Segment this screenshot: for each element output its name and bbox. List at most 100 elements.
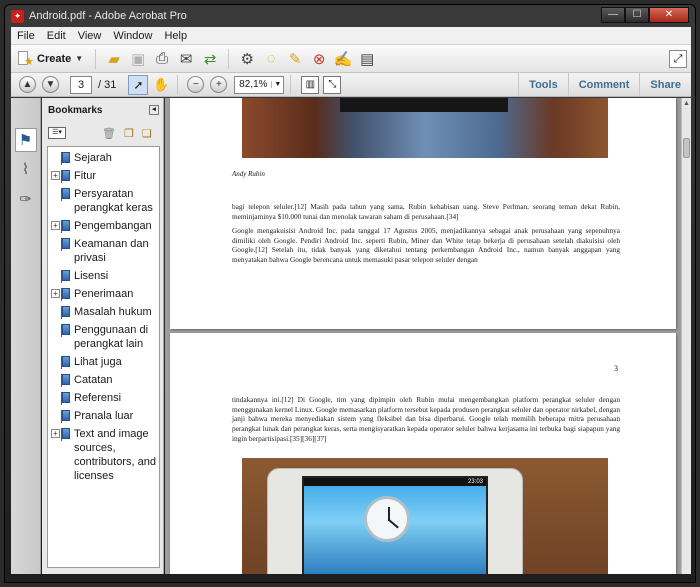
bookmark-item[interactable]: + Penerimaan <box>48 287 159 301</box>
bookmark-item[interactable]: Penggunaan di perangkat lain <box>48 323 159 351</box>
bookmark-label: Pranala luar <box>74 410 134 422</box>
pdf-page-2: Andy Rubin bagi telepon seluler.[12] Mas… <box>170 98 676 329</box>
pen-icon[interactable]: ✍ <box>332 48 354 70</box>
bookmark-item[interactable]: Masalah hukum <box>48 305 159 319</box>
menu-bar: File Edit View Window Help <box>11 27 691 45</box>
bookmark-label: Penggunaan di perangkat lain <box>74 324 149 350</box>
page-number-input[interactable]: 3 <box>70 75 92 94</box>
chevron-down-icon[interactable]: ▼ <box>271 81 283 88</box>
expand-toggle-icon[interactable]: + <box>51 221 60 230</box>
chevron-down-icon: ▼ <box>75 54 84 63</box>
zoom-select[interactable]: 82,1% ▼ <box>234 75 285 94</box>
save-icon[interactable]: ▣ <box>127 48 149 70</box>
bookmark-panel-icon[interactable]: ⚑ <box>14 128 37 152</box>
options-menu-icon[interactable]: ☰▾ <box>48 127 66 139</box>
bookmark-icon <box>61 410 70 423</box>
expand-bookmark-icon[interactable]: ❏ <box>142 127 152 140</box>
bookmark-icon <box>61 152 70 165</box>
menu-help[interactable]: Help <box>158 30 193 42</box>
window-title: Android.pdf - Adobe Acrobat Pro <box>29 10 187 22</box>
open-folder-icon[interactable]: ▰ <box>103 48 125 70</box>
sticky-note-icon[interactable]: ✎ <box>284 48 306 70</box>
fit-page-icon[interactable]: ▥ <box>301 75 320 94</box>
bookmark-label: Fitur <box>74 170 96 182</box>
page-total: / 31 <box>98 78 117 91</box>
previous-page-icon[interactable]: ▲ <box>19 76 36 93</box>
email-icon[interactable]: ✉ <box>175 48 197 70</box>
paragraph: Google mengakuisisi Android Inc. pada ta… <box>232 226 620 265</box>
minimize-button[interactable]: — <box>601 7 625 23</box>
settings-icon[interactable]: ⚙ <box>236 48 258 70</box>
task-pane-links: Tools Comment Share <box>518 73 691 96</box>
bookmark-icon <box>61 238 70 251</box>
bookmark-label: Masalah hukum <box>74 306 152 318</box>
create-label: Create <box>37 52 72 65</box>
paragraph: tindakannya ini.[12] Di Google, tim yang… <box>232 395 620 443</box>
comment-icon[interactable]: ◌ <box>260 48 282 70</box>
scroll-up-icon[interactable]: ▲ <box>682 98 691 110</box>
expand-toggle-icon[interactable]: + <box>51 429 60 438</box>
bookmark-item[interactable]: Referensi <box>48 391 159 405</box>
bookmark-item[interactable]: Lisensi <box>48 269 159 283</box>
stamp-icon[interactable]: ⊗ <box>308 48 330 70</box>
bookmark-item[interactable]: Lihat juga <box>48 355 159 369</box>
navigation-rail: ⚑ ⌇ ✑ <box>11 98 41 574</box>
attachments-icon[interactable]: ⌇ <box>15 158 37 182</box>
expand-toggle-icon[interactable]: + <box>51 289 60 298</box>
bookmark-icon <box>61 374 70 387</box>
bookmark-label: Text and image sources, contributors, an… <box>74 428 156 482</box>
next-page-icon[interactable]: ▼ <box>42 76 59 93</box>
toolbar-divider <box>290 74 292 95</box>
document-view[interactable]: Andy Rubin bagi telepon seluler.[12] Mas… <box>165 98 681 574</box>
bookmark-item[interactable]: Sejarah <box>48 151 159 165</box>
zoom-in-icon[interactable]: + <box>210 76 228 93</box>
vertical-scrollbar[interactable]: ▲ <box>681 98 691 574</box>
close-button[interactable]: ✕ <box>649 7 689 23</box>
scroll-thumb[interactable] <box>683 138 690 158</box>
menu-edit[interactable]: Edit <box>41 30 72 42</box>
toolbar-divider <box>95 48 97 69</box>
tools-link[interactable]: Tools <box>518 73 568 96</box>
expand-icon[interactable]: ⤢ <box>669 49 687 68</box>
bookmark-icon <box>61 188 70 201</box>
bookmark-label: Referensi <box>74 392 122 404</box>
page-number: 3 <box>614 364 618 373</box>
bookmark-label: Lisensi <box>74 270 109 282</box>
bookmark-item[interactable]: Keamanan dan privasi <box>48 237 159 265</box>
bookmark-item[interactable]: + Text and image sources, contributors, a… <box>48 427 159 483</box>
share-icon[interactable]: ⇄ <box>199 48 221 70</box>
bookmark-label: Keamanan dan privasi <box>74 238 149 264</box>
select-tool-icon[interactable]: ➚ <box>128 74 149 95</box>
bookmark-item[interactable]: Pranala luar <box>48 409 159 423</box>
bookmarks-toolbar: ☰▾ 🗑 ❐ ❏ <box>42 122 163 144</box>
menu-window[interactable]: Window <box>107 30 158 42</box>
expand-toggle-icon[interactable]: + <box>51 171 60 180</box>
share-link[interactable]: Share <box>639 73 691 96</box>
zoom-out-icon[interactable]: − <box>187 76 205 93</box>
acrobat-app-icon[interactable]: ✦ <box>11 9 24 23</box>
print-icon[interactable]: ⎙ <box>151 48 173 70</box>
new-bookmark-icon[interactable]: ❐ <box>124 127 134 140</box>
photo-android-phone: 23:03 <box>242 458 608 574</box>
bookmark-icon <box>61 270 70 283</box>
menu-view[interactable]: View <box>72 30 108 42</box>
bookmark-item[interactable]: + Pengembangan <box>48 219 159 233</box>
delete-bookmark-icon[interactable]: 🗑 <box>102 127 116 140</box>
menu-file[interactable]: File <box>11 30 41 42</box>
create-button[interactable]: ★ Create ▼ <box>11 48 89 70</box>
phone-status-bar: 23:03 <box>304 478 486 486</box>
hand-tool-icon[interactable]: ✋ <box>151 75 171 95</box>
bookmark-item[interactable]: Persyaratan perangkat keras <box>48 187 159 215</box>
photo-caption: Andy Rubin <box>232 170 265 178</box>
maximize-button[interactable]: ☐ <box>625 7 649 23</box>
bookmark-label: Penerimaan <box>74 288 134 300</box>
close-panel-icon[interactable]: ◂ <box>149 105 159 115</box>
bookmark-item[interactable]: + Fitur <box>48 169 159 183</box>
fit-width-icon[interactable]: ⤡ <box>323 75 342 94</box>
bookmark-label: Pengembangan <box>74 220 152 232</box>
bookmark-item[interactable]: Catatan <box>48 373 159 387</box>
comment-link[interactable]: Comment <box>567 73 640 96</box>
clock-widget-icon <box>364 496 410 542</box>
signatures-icon[interactable]: ✑ <box>15 188 37 212</box>
form-icon[interactable]: ▤ <box>356 48 378 70</box>
